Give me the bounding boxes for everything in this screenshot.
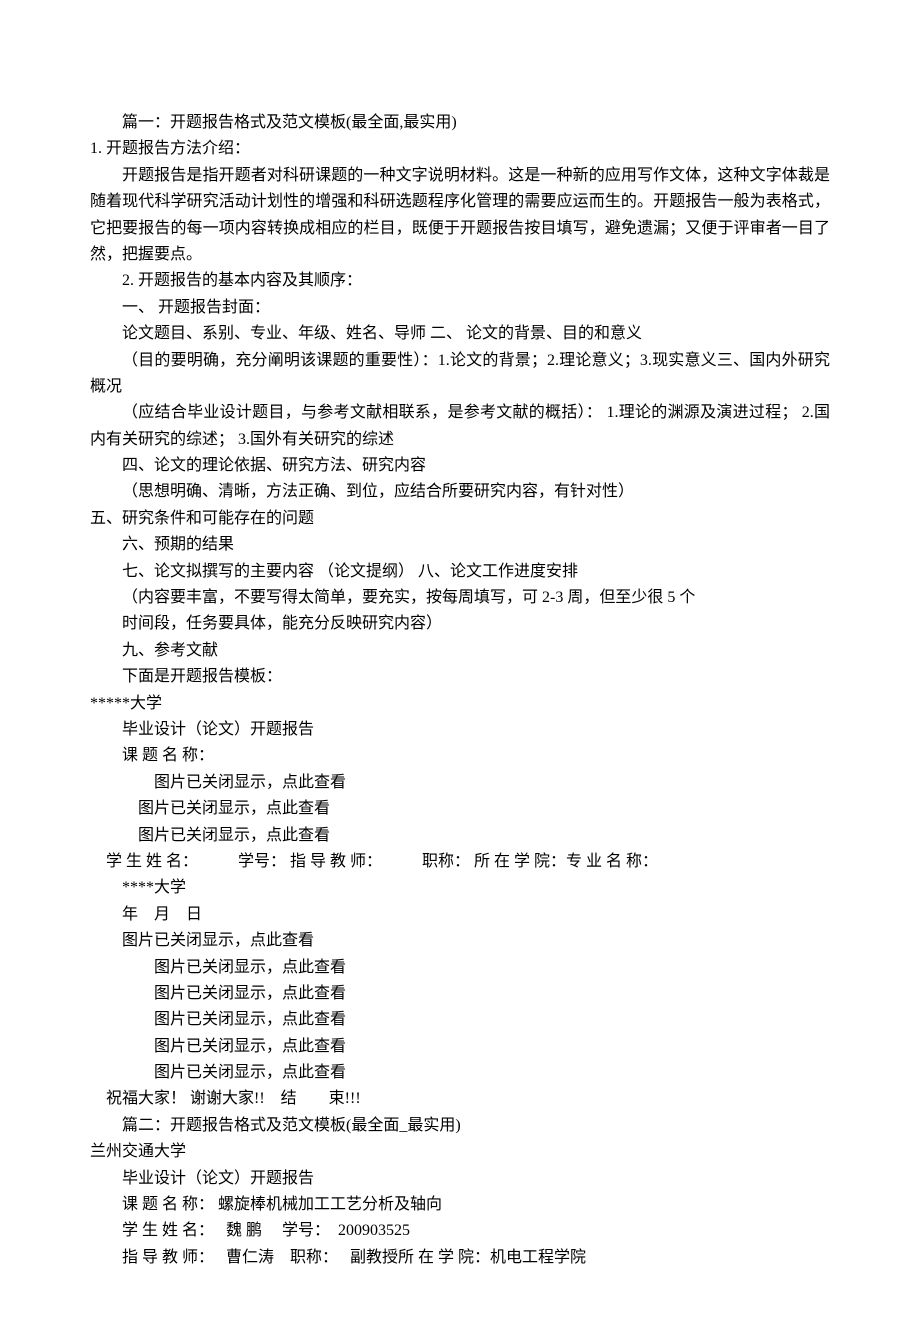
- document-line: ****大学: [90, 875, 830, 901]
- document-line: 论文题目、系别、专业、年级、姓名、导师 二、 论文的背景、目的和意义: [90, 321, 830, 347]
- document-line: 课 题 名 称： 螺旋棒机械加工工艺分析及轴向: [90, 1192, 830, 1218]
- document-line: 图片已关闭显示，点此查看: [90, 823, 830, 849]
- document-line: 毕业设计（论文）开题报告: [90, 1166, 830, 1192]
- document-line: 四、论文的理论依据、研究方法、研究内容: [90, 453, 830, 479]
- document-line: 图片已关闭显示，点此查看: [90, 796, 830, 822]
- document-line: 下面是开题报告模板：: [90, 664, 830, 690]
- document-line: 篇二：开题报告格式及范文模板(最全面_最实用): [90, 1113, 830, 1139]
- document-line: 六、预期的结果: [90, 532, 830, 558]
- document-line: 课 题 名 称：: [90, 743, 830, 769]
- document-line: 图片已关闭显示，点此查看: [90, 981, 830, 1007]
- document-line: 学 生 姓 名： 魏 鹏 学号： 200903525: [90, 1218, 830, 1244]
- document-line: 一、 开题报告封面：: [90, 295, 830, 321]
- document-line: （内容要丰富，不要写得太简单，要充实，按每周填写，可 2-3 周，但至少很 5 …: [90, 585, 830, 611]
- document-line: 五、研究条件和可能存在的问题: [90, 506, 830, 532]
- document-line: （应结合毕业设计题目，与参考文献相联系，是参考文献的概括）： 1.理论的渊源及演…: [90, 400, 830, 453]
- document-line: 七、论文拟撰写的主要内容 （论文提纲） 八、论文工作进度安排: [90, 559, 830, 585]
- document-line: 年 月 日: [90, 902, 830, 928]
- document-line: （思想明确、清晰，方法正确、到位，应结合所要研究内容，有针对性）: [90, 479, 830, 505]
- document-line: 图片已关闭显示，点此查看: [90, 1007, 830, 1033]
- document-line: *****大学: [90, 691, 830, 717]
- document-line: 开题报告是指开题者对科研课题的一种文字说明材料。这是一种新的应用写作文体，这种文…: [90, 163, 830, 269]
- document-line: 篇一：开题报告格式及范文模板(最全面,最实用): [90, 110, 830, 136]
- document-line: 图片已关闭显示，点此查看: [90, 1060, 830, 1086]
- document-line: 图片已关闭显示，点此查看: [90, 770, 830, 796]
- document-line: 九、参考文献: [90, 638, 830, 664]
- document-line: 祝福大家！ 谢谢大家!! 结 束!!!: [90, 1086, 830, 1112]
- document-line: 兰州交通大学: [90, 1139, 830, 1165]
- document-line: （目的要明确，充分阐明该课题的重要性）：1.论文的背景；2.理论意义；3.现实意…: [90, 348, 830, 401]
- document-line: 图片已关闭显示，点此查看: [90, 955, 830, 981]
- document-page: 篇一：开题报告格式及范文模板(最全面,最实用)1. 开题报告方法介绍：开题报告是…: [0, 0, 920, 1331]
- document-line: 1. 开题报告方法介绍：: [90, 136, 830, 162]
- document-line: 图片已关闭显示，点此查看: [90, 928, 830, 954]
- document-line: 时间段，任务要具体，能充分反映研究内容）: [90, 611, 830, 637]
- document-line: 毕业设计（论文）开题报告: [90, 717, 830, 743]
- document-line: 学 生 姓 名： 学号： 指 导 教 师： 职称： 所 在 学 院：专 业 名 …: [90, 849, 830, 875]
- document-line: 图片已关闭显示，点此查看: [90, 1034, 830, 1060]
- document-line: 指 导 教 师： 曹仁涛 职称： 副教授所 在 学 院：机电工程学院: [90, 1245, 830, 1271]
- document-line: 2. 开题报告的基本内容及其顺序：: [90, 268, 830, 294]
